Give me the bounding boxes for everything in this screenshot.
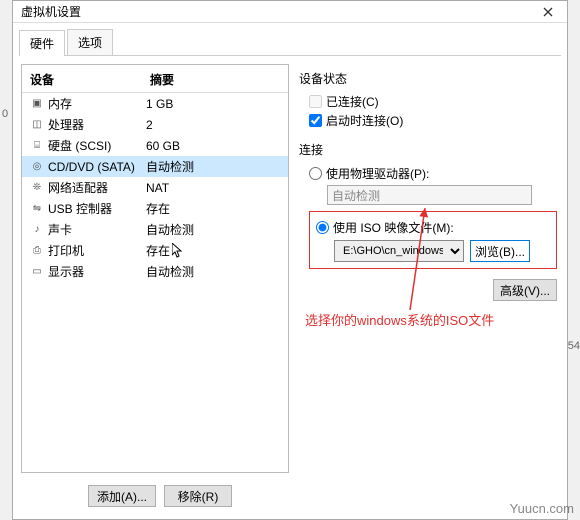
device-row[interactable]: ▭ 显示器 自动检测: [22, 261, 288, 282]
tab-options[interactable]: 选项: [67, 29, 113, 55]
device-summary: 60 GB: [146, 139, 180, 153]
browse-button[interactable]: 浏览(B)...: [470, 240, 530, 262]
device-summary: 自动检测: [146, 221, 194, 238]
iso-file-row: E:\GHO\cn_windows_10_bu 浏览(B)...: [334, 240, 550, 262]
device-summary: 自动检测: [146, 158, 194, 175]
device-summary: 存在: [146, 200, 170, 217]
device-row[interactable]: ⎙ 打印机 存在: [22, 240, 288, 261]
connection-group: 使用物理驱动器(P): 自动检测 使用 ISO 映像文件(M): E:\GHO\…: [299, 165, 557, 301]
device-summary: 自动检测: [146, 263, 194, 280]
edge-number-right: 54: [568, 340, 580, 352]
device-row[interactable]: ◫ 处理器 2: [22, 114, 288, 135]
advanced-button[interactable]: 高级(V)...: [493, 279, 557, 301]
device-list-panel: 设备 摘要 ▣ 内存 1 GB ◫ 处理器 2 ⌸ 硬盘 (SCSI) 60 GB ◎ CD/DVD…: [21, 64, 289, 473]
content-area: 设备 摘要 ▣ 内存 1 GB ◫ 处理器 2 ⌸ 硬盘 (SCSI) 60 GB ◎ CD/DVD…: [13, 56, 567, 481]
use-physical-radio[interactable]: [309, 167, 322, 180]
device-icon: ◫: [30, 118, 44, 132]
connect-at-power-label: 启动时连接(O): [326, 112, 403, 129]
add-device-button[interactable]: 添加(A)...: [88, 485, 156, 507]
device-row[interactable]: ❊ 网络适配器 NAT: [22, 177, 288, 198]
device-icon: ⇋: [30, 202, 44, 216]
device-detail-panel: 设备状态 已连接(C) 启动时连接(O) 连接 使用物理驱动器(P): 自动检测: [297, 64, 559, 473]
device-summary: 1 GB: [146, 97, 173, 111]
device-name: 网络适配器: [48, 179, 108, 196]
watermark: Yuucn.com: [510, 501, 574, 516]
col-summary: 摘要: [150, 71, 174, 88]
use-iso-radio-row[interactable]: 使用 ISO 映像文件(M):: [316, 219, 550, 236]
window-title: 虚拟机设置: [21, 3, 531, 20]
device-name: 显示器: [48, 263, 84, 280]
device-icon: ❊: [30, 181, 44, 195]
physical-drive-dropdown[interactable]: 自动检测: [327, 185, 532, 205]
titlebar: 虚拟机设置: [13, 1, 567, 23]
connected-checkbox[interactable]: [309, 95, 322, 108]
device-icon: ♪: [30, 223, 44, 237]
use-physical-label: 使用物理驱动器(P):: [326, 165, 429, 182]
connected-checkbox-row[interactable]: 已连接(C): [309, 93, 557, 110]
use-physical-radio-row[interactable]: 使用物理驱动器(P):: [309, 165, 557, 182]
device-row[interactable]: ◎ CD/DVD (SATA) 自动检测: [22, 156, 288, 177]
device-row[interactable]: ▣ 内存 1 GB: [22, 93, 288, 114]
device-icon: ▣: [30, 97, 44, 111]
status-group: 已连接(C) 启动时连接(O): [299, 93, 557, 129]
tab-hardware[interactable]: 硬件: [19, 30, 65, 56]
iso-path-select[interactable]: E:\GHO\cn_windows_10_bu: [334, 240, 464, 262]
edge-number-left: 0: [2, 108, 8, 120]
device-name: 硬盘 (SCSI): [48, 137, 111, 154]
device-name: 打印机: [48, 242, 84, 259]
device-icon: ▭: [30, 265, 44, 279]
connected-label: 已连接(C): [326, 93, 379, 110]
device-name: CD/DVD (SATA): [48, 160, 135, 174]
device-row[interactable]: ⌸ 硬盘 (SCSI) 60 GB: [22, 135, 288, 156]
connection-group-title: 连接: [299, 139, 557, 162]
advanced-row: 高级(V)...: [309, 279, 557, 301]
iso-highlight-box: 使用 ISO 映像文件(M): E:\GHO\cn_windows_10_bu …: [309, 211, 557, 269]
device-row[interactable]: ⇋ USB 控制器 存在: [22, 198, 288, 219]
device-summary: NAT: [146, 181, 169, 195]
device-list-header: 设备 摘要: [22, 71, 288, 93]
device-summary: 2: [146, 118, 153, 132]
use-iso-label: 使用 ISO 映像文件(M):: [333, 219, 454, 236]
close-icon: [543, 7, 553, 17]
vm-settings-dialog: 虚拟机设置 硬件 选项 设备 摘要 ▣ 内存 1 GB ◫ 处理器 2 ⌸ 硬盘 (SCSI)…: [12, 0, 568, 520]
connect-at-power-row[interactable]: 启动时连接(O): [309, 112, 557, 129]
device-icon: ⌸: [30, 139, 44, 153]
device-icon: ◎: [30, 160, 44, 174]
status-group-title: 设备状态: [299, 68, 557, 91]
use-iso-radio[interactable]: [316, 221, 329, 234]
device-name: 声卡: [48, 221, 72, 238]
device-name: 内存: [48, 95, 72, 112]
remove-device-button[interactable]: 移除(R): [164, 485, 232, 507]
tab-row: 硬件 选项: [13, 23, 567, 55]
device-name: USB 控制器: [48, 200, 112, 217]
connect-at-power-checkbox[interactable]: [309, 114, 322, 127]
close-button[interactable]: [531, 2, 565, 22]
device-icon: ⎙: [30, 244, 44, 258]
device-summary: 存在: [146, 242, 170, 259]
col-device: 设备: [30, 71, 150, 88]
device-row[interactable]: ♪ 声卡 自动检测: [22, 219, 288, 240]
device-name: 处理器: [48, 116, 84, 133]
device-list-buttons: 添加(A)... 移除(R): [21, 481, 299, 511]
